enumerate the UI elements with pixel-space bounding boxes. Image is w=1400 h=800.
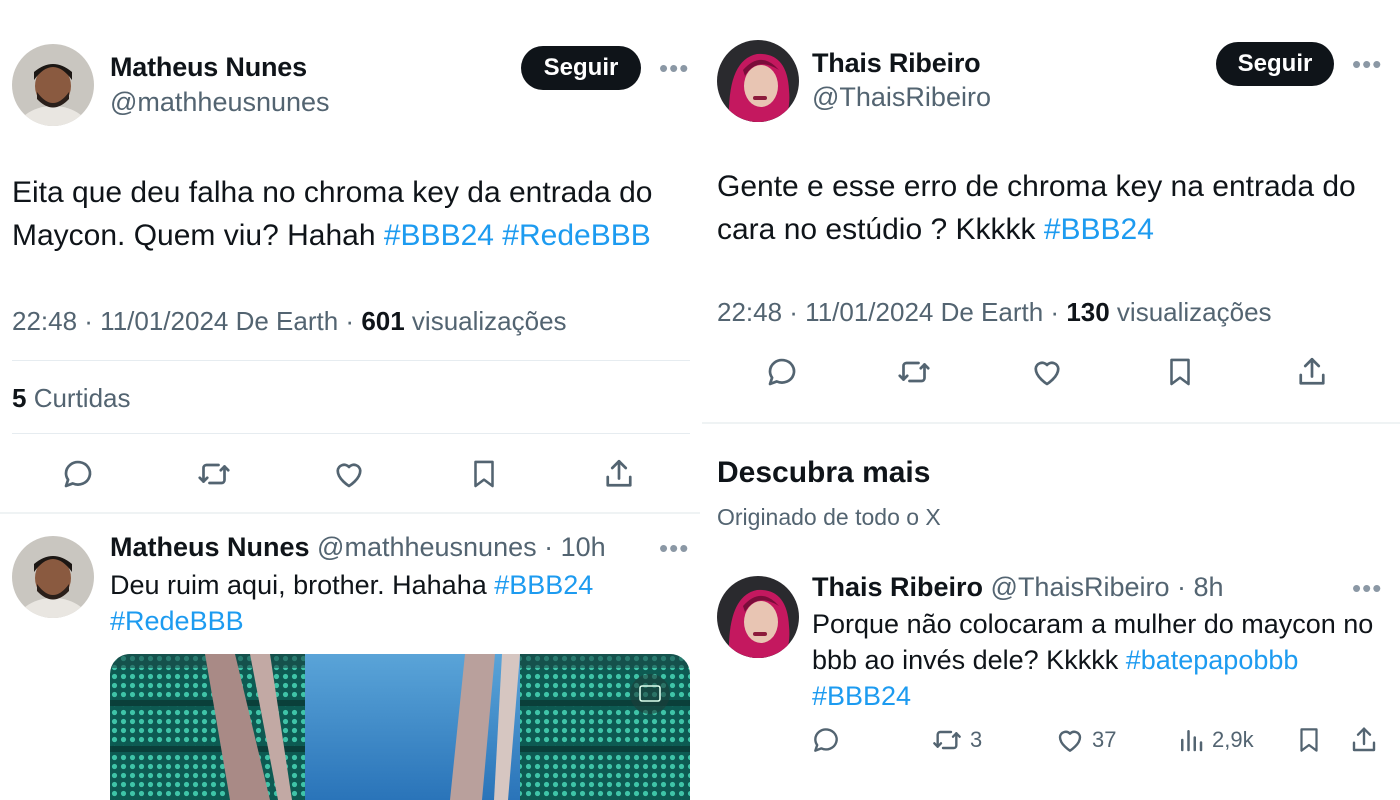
divider [12,360,690,361]
post-meta: 22:48 · 11/01/2024 De Earth · 130 visual… [717,297,1272,328]
reply-author-name[interactable]: Thais Ribeiro [812,572,983,602]
bookmark-button[interactable] [1160,352,1200,392]
right-screenshot: Thais Ribeiro @ThaisRibeiro Seguir ••• G… [702,0,1400,800]
reply-icon [814,728,838,752]
like-button[interactable]: 37 [1054,722,1116,758]
more-options-icon[interactable]: ••• [659,55,689,81]
like-icon [1058,730,1082,752]
views-label: visualizações [1109,297,1272,327]
retweet-button[interactable] [892,352,936,392]
share-icon [1299,357,1325,385]
author-name[interactable]: Thais Ribeiro [812,48,981,79]
reply-button[interactable] [762,352,802,392]
likes-label: Curtidas [26,383,131,413]
reply-author-avatar[interactable] [12,536,94,618]
timestamp[interactable]: 22:48 · 11/01/2024 De Earth · [12,306,361,336]
hashtag-link[interactable]: #BBB24 [494,570,593,600]
reply-text: Porque não colocaram a mulher do maycon … [812,606,1392,714]
follow-button[interactable]: Seguir [521,46,641,90]
post-text-body: Gente e esse erro de chroma key na entra… [717,170,1356,246]
more-options-icon[interactable]: ••• [1352,51,1382,77]
bookmark-button[interactable] [1294,722,1324,758]
author-name[interactable]: Matheus Nunes [110,52,307,83]
post-meta: 22:48 · 11/01/2024 De Earth · 601 visual… [12,306,567,337]
reply-header: Matheus Nunes @mathheusnunes · 10h [110,532,606,563]
like-icon [1034,361,1060,386]
hashtag-link[interactable]: #RedeBBB [502,219,650,252]
likes-summary[interactable]: 5 Curtidas [12,383,131,414]
left-screenshot: Matheus Nunes @mathheusnunes Seguir ••• … [0,0,700,800]
post-text: Eita que deu falha no chroma key da entr… [12,171,692,257]
reply-author-handle[interactable]: @ThaisRibeiro [983,572,1170,602]
views-button[interactable]: 2,9k [1176,722,1254,758]
like-button[interactable] [1027,352,1067,392]
like-icon [336,463,362,488]
bookmark-icon [474,460,494,488]
author-handle[interactable]: @mathheusnunes [110,87,330,118]
reply-button[interactable] [58,454,98,494]
reply-media-image[interactable] [110,654,690,800]
views-count: 130 [1066,297,1110,327]
hashtag-link[interactable]: #BBB24 [1044,213,1154,246]
follow-button[interactable]: Seguir [1216,42,1334,86]
like-count: 37 [1092,727,1117,752]
views-count: 2,9k [1212,727,1254,752]
discover-subtitle: Originado de todo o X [717,504,941,530]
share-icon [1352,727,1376,752]
reply-text-body: Deu ruim aqui, brother. Hahaha [110,570,495,600]
reply-author-avatar[interactable] [717,576,799,658]
share-button[interactable] [1292,352,1332,392]
retweet-button[interactable]: 3 [930,722,982,758]
like-button[interactable] [329,454,369,494]
share-icon [606,459,632,487]
discover-title: Descubra mais [717,456,931,489]
hashtag-link[interactable]: #BBB24 [812,681,911,711]
hashtag-link[interactable]: #batepapobbb [1126,645,1299,675]
share-button[interactable] [1348,722,1380,758]
post-text: Gente e esse erro de chroma key na entra… [717,165,1387,251]
reply-icon [768,358,796,386]
retweet-icon [198,463,230,485]
more-options-icon[interactable]: ••• [1352,575,1382,601]
views-icon [1181,730,1203,752]
author-handle[interactable]: @ThaisRibeiro [812,82,991,113]
reply-header: Thais Ribeiro @ThaisRibeiro · 8h [812,572,1224,603]
divider [702,422,1400,424]
reply-time[interactable]: · 8h [1170,572,1224,602]
timestamp[interactable]: 22:48 · 11/01/2024 De Earth · [717,297,1066,327]
author-avatar[interactable] [12,44,94,126]
reply-button[interactable] [810,722,842,758]
retweet-button[interactable] [192,454,236,494]
reply-text: Deu ruim aqui, brother. Hahaha #BBB24 #Re… [110,567,670,639]
views-count: 601 [361,306,405,336]
views-label: visualizações [404,306,567,336]
likes-count: 5 [12,383,27,413]
bookmark-icon [1300,728,1318,752]
reply-author-handle[interactable]: @mathheusnunes [310,532,537,562]
retweet-icon [898,361,930,383]
retweet-icon [933,730,961,750]
bookmark-button[interactable] [464,454,504,494]
more-options-icon[interactable]: ••• [659,535,689,561]
reply-author-name[interactable]: Matheus Nunes [110,532,310,562]
reply-icon [64,460,92,488]
bookmark-icon [1170,358,1190,386]
divider [0,512,700,514]
share-button[interactable] [599,454,639,494]
author-avatar[interactable] [717,40,799,122]
hashtag-link[interactable]: #BBB24 [384,219,494,252]
hashtag-link[interactable]: #RedeBBB [110,606,244,636]
retweet-count: 3 [970,727,983,752]
reply-time[interactable]: · 10h [537,532,606,562]
divider [12,433,690,434]
